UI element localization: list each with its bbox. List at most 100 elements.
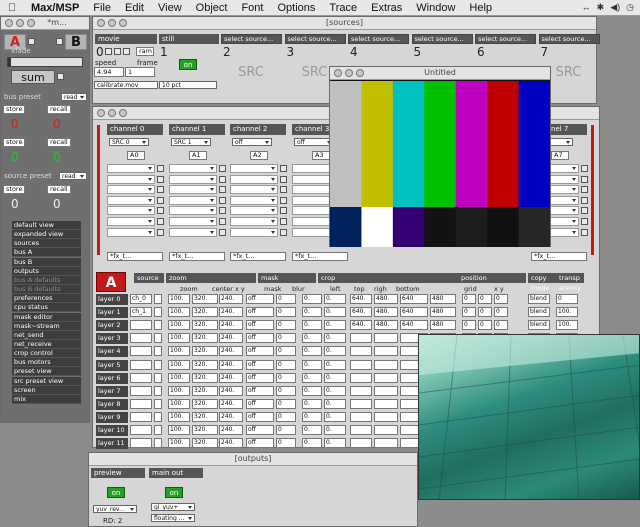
channel-source-menu[interactable]: SRC 0	[109, 138, 149, 146]
layer-mask-menu[interactable]: off	[246, 320, 274, 331]
fx-slot-enable[interactable]	[280, 165, 287, 172]
menu-object[interactable]: Object	[189, 2, 235, 14]
layer-blur-field[interactable]: 0	[276, 359, 296, 370]
layer-crop-top-field[interactable]: 0.	[324, 398, 346, 409]
fx-slot[interactable]	[169, 217, 217, 226]
fx-slot-enable[interactable]	[581, 207, 588, 215]
fx-slot-enable[interactable]	[581, 186, 588, 194]
layer-grid-field[interactable]: 0	[462, 307, 476, 318]
menu-trace[interactable]: Trace	[322, 2, 364, 14]
layer-name[interactable]: layer 7	[96, 385, 128, 397]
layer-blur-field[interactable]: 0	[276, 438, 296, 449]
fx-slot-enable[interactable]	[581, 175, 588, 183]
fx-slot-enable[interactable]	[280, 196, 287, 204]
layer-crop-right-field[interactable]	[350, 438, 372, 449]
fx-slot-enable[interactable]	[157, 186, 164, 194]
layer-mask-menu[interactable]: off	[246, 438, 274, 449]
layer-crop-right-field[interactable]: 640.	[350, 294, 372, 304]
source-select-menu[interactable]: select source...	[538, 34, 600, 44]
layer-crop-bottom-field[interactable]	[374, 346, 398, 357]
layer-source-field[interactable]	[130, 398, 152, 409]
layer-crop-right-field[interactable]	[350, 385, 372, 396]
layer-height-field[interactable]: 480	[430, 307, 456, 318]
layer-mask-menu[interactable]: off	[246, 372, 274, 383]
view-menu-item[interactable]: bus B	[12, 257, 81, 267]
source-select-menu[interactable]: select source...	[411, 34, 473, 44]
fx-slot-enable[interactable]	[157, 228, 164, 236]
layer-height-field[interactable]: 480	[430, 320, 456, 331]
layer-center-x-field[interactable]: 320.	[192, 385, 218, 396]
fx-slot-enable[interactable]	[219, 207, 226, 215]
layer-crop-top-field[interactable]: 0.	[324, 346, 346, 357]
layer-transparency-field[interactable]: 0	[556, 294, 578, 304]
layer-source-field[interactable]	[130, 372, 152, 383]
layer-blur-field[interactable]: 0	[276, 372, 296, 383]
source-select-menu[interactable]: select source...	[284, 34, 346, 44]
layer-blur-field[interactable]: 0	[276, 333, 296, 344]
fx-slot[interactable]	[107, 227, 155, 237]
layer-y-field[interactable]: 0	[494, 320, 508, 331]
fx-slot-enable[interactable]	[157, 218, 164, 225]
layer-y-field[interactable]: 0	[494, 294, 508, 304]
bus-store-1-button[interactable]: store	[3, 105, 25, 114]
view-menu-item[interactable]: outputs	[12, 266, 81, 276]
channel-source-menu[interactable]: off	[232, 138, 272, 146]
layer-crop-top-field[interactable]: 0.	[324, 320, 346, 331]
loop-icon[interactable]	[114, 48, 121, 55]
layer-center-y-field[interactable]: 240.	[219, 385, 243, 396]
bus-b-toggle[interactable]	[56, 38, 63, 45]
channel-source-menu[interactable]: SRC 1	[171, 138, 211, 146]
layer-zoom-field[interactable]: 100.	[168, 438, 190, 449]
layer-zoom-field[interactable]: 100.	[168, 411, 190, 422]
layer-copy-mode-menu[interactable]: blend	[528, 294, 550, 304]
layer-center-x-field[interactable]: 320.	[192, 346, 218, 357]
bus-store-2-button[interactable]: store	[3, 138, 25, 147]
layer-flag[interactable]	[154, 438, 162, 449]
menu-options[interactable]: Options	[270, 2, 322, 14]
bus-a-toggle[interactable]	[28, 38, 35, 45]
layer-name[interactable]: layer 5	[96, 359, 128, 371]
clock-icon[interactable]: ◷	[626, 2, 634, 13]
menu-view[interactable]: View	[151, 2, 189, 14]
layer-crop-bottom-field[interactable]	[374, 333, 398, 344]
apple-menu-icon[interactable]: 	[0, 2, 24, 14]
outputs-titlebar[interactable]: [outputs]	[89, 453, 417, 466]
speed-field[interactable]: 4.94	[94, 67, 124, 77]
fx-slot[interactable]	[230, 227, 278, 237]
layer-center-y-field[interactable]: 240.	[219, 425, 243, 435]
channel-source-menu[interactable]: off	[294, 138, 334, 146]
layer-name[interactable]: layer 3	[96, 333, 128, 345]
layer-y-field[interactable]: 0	[494, 307, 508, 318]
layer-source-field[interactable]	[130, 346, 152, 357]
layer-crop-top-field[interactable]: 0.	[324, 385, 346, 396]
layer-mask-menu[interactable]: off	[246, 359, 274, 370]
fx-slot[interactable]	[230, 185, 278, 195]
fx-slot-enable[interactable]	[280, 228, 287, 236]
fx-slot[interactable]	[169, 174, 217, 184]
layer-source-field[interactable]: ch_0	[130, 294, 152, 304]
source-recall-button[interactable]: recall	[47, 185, 71, 194]
movie-file-menu[interactable]: calibrate.mov	[94, 81, 158, 89]
layer-crop-right-field[interactable]	[350, 359, 372, 370]
fx-text-field[interactable]: *fx_t...	[169, 252, 225, 261]
menu-help[interactable]: Help	[462, 2, 499, 14]
sum-button[interactable]: sum	[11, 70, 55, 84]
layer-center-y-field[interactable]: 240.	[219, 346, 243, 357]
layer-width-field[interactable]: 640	[400, 307, 428, 318]
layer-crop-right-field[interactable]	[350, 398, 372, 409]
layer-source-field[interactable]	[130, 359, 152, 370]
view-menu-item[interactable]: bus A defaults	[12, 275, 81, 285]
layer-flag[interactable]	[154, 359, 162, 370]
layer-crop-bottom-field[interactable]	[374, 411, 398, 422]
layer-source-field[interactable]	[130, 411, 152, 422]
layer-name[interactable]: layer 6	[96, 372, 128, 384]
source-store-button[interactable]: store	[3, 185, 25, 194]
view-menu-item[interactable]: mask~stream	[12, 321, 81, 331]
layer-source-field[interactable]: ch_1	[130, 307, 152, 318]
layer-blur-field[interactable]: 0	[276, 307, 296, 318]
view-menu-item[interactable]: bus A	[12, 248, 81, 258]
fx-slot[interactable]	[169, 185, 217, 195]
layer-crop-left-field[interactable]: 0.	[302, 346, 322, 357]
minimize-icon[interactable]	[108, 19, 116, 27]
zoom-icon[interactable]	[356, 69, 364, 77]
